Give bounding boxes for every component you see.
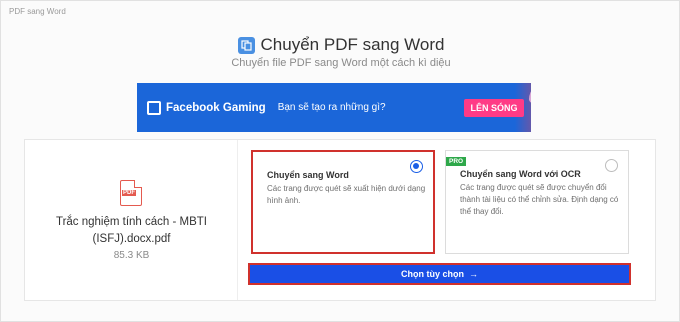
ad-cta-button[interactable]: LÊN SÓNG — [464, 99, 524, 117]
tab-label: PDF sang Word — [9, 7, 66, 16]
pdf-file-icon: PDF — [120, 180, 142, 206]
page-header: Chuyển PDF sang Word — [1, 35, 680, 55]
option-description: Các trang được quét sẽ được chuyển đổi t… — [460, 183, 619, 216]
page-subtitle: Chuyển file PDF sang Word một cách kì di… — [231, 57, 451, 69]
app-frame: PDF sang Word Chuyển PDF sang Word Chuyể… — [0, 0, 680, 322]
option-description: Các trang được quét sẽ xuất hiện dưới dạ… — [267, 184, 426, 205]
facebook-gaming-logo-icon — [147, 100, 161, 115]
option-radio-selected[interactable] — [410, 160, 423, 173]
pro-badge: PRO — [446, 157, 467, 166]
option-title: Chuyển sang Word với OCR — [460, 169, 581, 179]
option-convert-to-word[interactable]: Chuyển sang Word Các trang được quét sẽ … — [251, 150, 435, 254]
option-title: Chuyển sang Word — [267, 170, 349, 180]
ad-brand: Facebook Gaming — [147, 100, 266, 115]
option-radio[interactable] — [605, 159, 618, 172]
pdf-file-icon-label: PDF — [122, 190, 136, 196]
choose-option-label: Chọn tùy chọn — [401, 269, 464, 279]
file-info: PDF Trắc nghiệm tính cách - MBTI (ISFJ).… — [25, 140, 238, 300]
file-name: Trắc nghiệm tính cách - MBTI (ISFJ).docx… — [55, 216, 208, 245]
option-convert-to-word-ocr[interactable]: PRO Chuyển sang Word với OCR Các trang đ… — [445, 150, 629, 254]
ad-text: Bạn sẽ tạo ra những gì? — [277, 102, 386, 113]
file-size: 85.3 KB — [113, 250, 150, 261]
choose-option-button[interactable]: Chọn tùy chọn → — [248, 263, 631, 285]
pdf-to-word-icon — [237, 36, 255, 54]
converter-panel: PDF Trắc nghiệm tính cách - MBTI (ISFJ).… — [24, 139, 656, 301]
ad-banner[interactable]: Facebook Gaming Bạn sẽ tạo ra những gì? … — [137, 83, 531, 132]
ad-brand-label: Facebook Gaming — [166, 101, 266, 114]
arrow-right-icon: → — [469, 269, 478, 279]
page-title: Chuyển PDF sang Word — [260, 35, 445, 54]
